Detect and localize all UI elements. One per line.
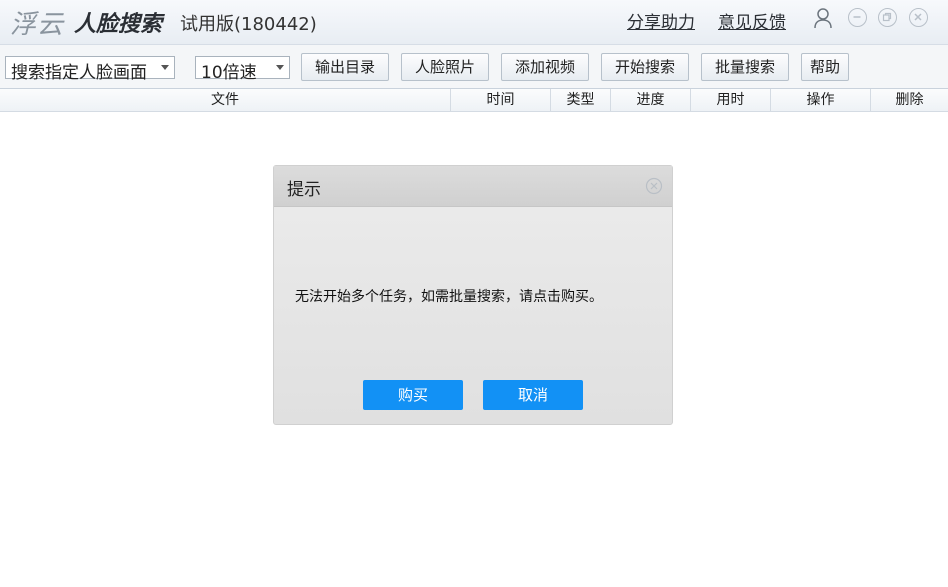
buy-button[interactable]: 购买 <box>363 380 463 410</box>
face-photo-button[interactable]: 人脸照片 <box>401 53 489 81</box>
edition-label: 试用版(180442) <box>180 14 317 35</box>
output-dir-button[interactable]: 输出目录 <box>301 53 389 81</box>
share-link[interactable]: 分享助力 <box>627 8 695 33</box>
column-header-progress[interactable]: 进度 <box>610 89 690 111</box>
column-header-file[interactable]: 文件 <box>0 89 450 111</box>
user-icon[interactable] <box>813 7 833 29</box>
brand-name: 人脸搜索 <box>74 12 163 37</box>
column-header-type[interactable]: 类型 <box>550 89 610 111</box>
add-video-button[interactable]: 添加视频 <box>501 53 589 81</box>
start-search-button[interactable]: 开始搜索 <box>601 53 689 81</box>
title-bar: 浮云 人脸搜索 试用版(180442) 分享助力 意见反馈 <box>0 0 948 45</box>
chevron-down-icon <box>276 65 284 70</box>
cancel-button[interactable]: 取消 <box>483 380 583 410</box>
dialog-message: 无法开始多个任务，如需批量搜索，请点击购买。 <box>295 289 603 305</box>
batch-search-button[interactable]: 批量搜索 <box>701 53 789 81</box>
column-header-time[interactable]: 时间 <box>450 89 550 111</box>
toolbar: 搜索指定人脸画面 10倍速 输出目录 人脸照片 添加视频 开始搜索 批量搜索 帮… <box>0 45 948 89</box>
restore-icon[interactable] <box>878 8 897 27</box>
speed-select[interactable]: 10倍速 <box>195 56 290 83</box>
dialog-header: 提示 <box>274 166 672 207</box>
help-button[interactable]: 帮助 <box>801 53 849 81</box>
table-header: 文件 时间 类型 进度 用时 操作 删除 <box>0 89 948 112</box>
feedback-link[interactable]: 意见反馈 <box>718 8 786 33</box>
column-header-action[interactable]: 操作 <box>770 89 870 111</box>
speed-value: 10倍速 <box>201 63 257 83</box>
minimize-icon[interactable] <box>848 8 867 27</box>
column-header-duration[interactable]: 用时 <box>690 89 770 111</box>
prompt-dialog: 提示 无法开始多个任务，如需批量搜索，请点击购买。 购买 取消 <box>273 165 673 425</box>
brand-fuyun: 浮云 <box>10 10 65 40</box>
column-header-delete[interactable]: 删除 <box>870 89 948 111</box>
dialog-title: 提示 <box>287 180 321 200</box>
search-mode-value: 搜索指定人脸画面 <box>11 63 147 83</box>
search-mode-select[interactable]: 搜索指定人脸画面 <box>5 56 175 83</box>
close-icon[interactable] <box>909 8 928 27</box>
dialog-close-icon[interactable] <box>645 177 663 195</box>
chevron-down-icon <box>161 65 169 70</box>
